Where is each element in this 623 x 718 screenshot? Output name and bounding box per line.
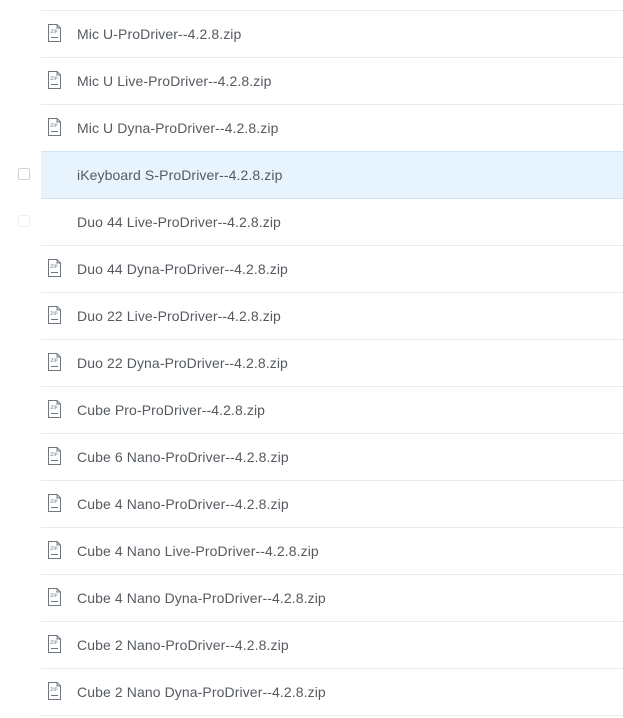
table-row[interactable]: ZIP Cube 2 Nano Dyna-ProDriver--4.2.8.zi… — [0, 669, 623, 716]
table-row[interactable]: ZIP Duo 22 Live-ProDriver--4.2.8.zip — [0, 293, 623, 340]
zip-icon-label: ZIP — [50, 452, 58, 458]
file-name[interactable]: Duo 22 Live-ProDriver--4.2.8.zip — [77, 307, 281, 325]
table-row-selected[interactable]: iKeyboard S-ProDriver--4.2.8.zip — [0, 151, 623, 199]
file-name[interactable]: Cube 6 Nano-ProDriver--4.2.8.zip — [77, 448, 289, 466]
table-row[interactable]: ZIP Cube 4 Nano Dyna-ProDriver--4.2.8.zi… — [0, 575, 623, 622]
zip-file-icon: ZIP — [48, 118, 61, 136]
file-name[interactable]: Cube 4 Nano-ProDriver--4.2.8.zip — [77, 495, 289, 513]
table-row[interactable]: ZIP Mic U Dyna-ProDriver--4.2.8.zip — [0, 105, 623, 152]
zip-icon-label: ZIP — [50, 593, 58, 599]
table-row[interactable]: ZIP Cube 4 Nano-ProDriver--4.2.8.zip — [0, 481, 623, 528]
zip-file-icon: ZIP — [48, 588, 61, 606]
table-row[interactable]: ZIP Duo 22 Dyna-ProDriver--4.2.8.zip — [0, 340, 623, 387]
file-name[interactable]: Cube 4 Nano Live-ProDriver--4.2.8.zip — [77, 542, 319, 560]
file-name[interactable]: Cube 4 Nano Dyna-ProDriver--4.2.8.zip — [77, 589, 326, 607]
zip-file-icon: ZIP — [48, 447, 61, 465]
table-row[interactable]: ZIP Cube 6 Nano-ProDriver--4.2.8.zip — [0, 434, 623, 481]
table-row[interactable]: Duo 44 Live-ProDriver--4.2.8.zip — [0, 199, 623, 246]
zip-file-icon: ZIP — [48, 24, 61, 42]
zip-file-icon: ZIP — [48, 71, 61, 89]
file-name[interactable]: Duo 22 Dyna-ProDriver--4.2.8.zip — [77, 354, 288, 372]
file-name[interactable]: Duo 44 Live-ProDriver--4.2.8.zip — [77, 213, 281, 231]
zip-icon-label: ZIP — [50, 499, 58, 505]
zip-file-icon: ZIP — [48, 400, 61, 418]
zip-icon-label: ZIP — [50, 123, 58, 129]
file-name[interactable]: Mic U Dyna-ProDriver--4.2.8.zip — [77, 119, 278, 137]
zip-icon-label: ZIP — [50, 640, 58, 646]
file-name[interactable]: Cube 2 Nano Dyna-ProDriver--4.2.8.zip — [77, 683, 326, 701]
table-row[interactable]: ZIP Duo 44 Dyna-ProDriver--4.2.8.zip — [0, 246, 623, 293]
table-row[interactable]: ZIP Cube 4 Nano Live-ProDriver--4.2.8.zi… — [0, 528, 623, 575]
file-name[interactable]: Mic U Live-ProDriver--4.2.8.zip — [77, 72, 271, 90]
zip-icon-label: ZIP — [50, 546, 58, 552]
file-name[interactable]: Cube 2 Nano-ProDriver--4.2.8.zip — [77, 636, 289, 654]
zip-file-icon: ZIP — [48, 494, 61, 512]
row-checkbox[interactable] — [18, 168, 30, 180]
file-rows: ZIP Mic U-ProDriver--4.2.8.zip ZIP Mic U… — [0, 11, 623, 716]
zip-icon-label: ZIP — [50, 358, 58, 364]
table-row[interactable]: ZIP Cube Pro-ProDriver--4.2.8.zip — [0, 387, 623, 434]
zip-file-icon: ZIP — [48, 541, 61, 559]
zip-icon-label: ZIP — [50, 29, 58, 35]
zip-icon-label: ZIP — [50, 405, 58, 411]
file-name[interactable]: Mic U-ProDriver--4.2.8.zip — [77, 25, 241, 43]
zip-icon-label: ZIP — [50, 76, 58, 82]
table-row[interactable]: ZIP Mic U Live-ProDriver--4.2.8.zip — [0, 58, 623, 105]
file-name[interactable]: Cube Pro-ProDriver--4.2.8.zip — [77, 401, 265, 419]
file-name[interactable]: Duo 44 Dyna-ProDriver--4.2.8.zip — [77, 260, 288, 278]
row-checkbox[interactable] — [18, 215, 30, 227]
zip-file-icon: ZIP — [48, 682, 61, 700]
zip-icon-label: ZIP — [50, 687, 58, 693]
zip-icon-label: ZIP — [50, 311, 58, 317]
zip-file-icon: ZIP — [48, 635, 61, 653]
table-row[interactable]: ZIP Mic U-ProDriver--4.2.8.zip — [0, 11, 623, 58]
zip-file-icon: ZIP — [48, 306, 61, 324]
table-row[interactable]: ZIP Cube 2 Nano-ProDriver--4.2.8.zip — [0, 622, 623, 669]
file-name[interactable]: iKeyboard S-ProDriver--4.2.8.zip — [77, 166, 283, 184]
zip-file-icon: ZIP — [48, 353, 61, 371]
zip-file-icon: ZIP — [48, 259, 61, 277]
file-list: ZIP Mic U-ProDriver--4.2.8.zip ZIP Mic U… — [0, 0, 623, 718]
zip-icon-label: ZIP — [50, 264, 58, 270]
